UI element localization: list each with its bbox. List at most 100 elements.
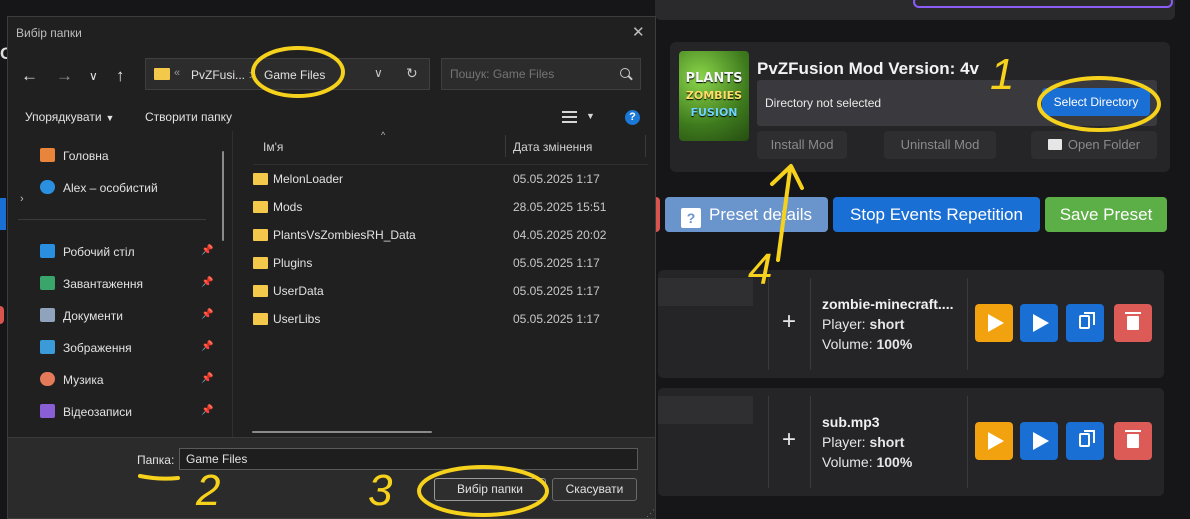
select-folder-button[interactable]: Вибір папки [434, 478, 546, 501]
annotation-number-1: 1 [990, 50, 1015, 99]
search-icon[interactable] [620, 68, 630, 78]
folder-icon [253, 173, 268, 185]
view-list-icon[interactable] [562, 111, 577, 123]
breadcrumb-segment[interactable]: PvZFusi... [191, 68, 245, 82]
play-orange-button[interactable] [975, 304, 1013, 342]
sound-name: zombie-minecraft.... [822, 296, 954, 312]
list-item[interactable]: PlantsVsZombiesRH_Data 04.05.2025 20:02 [253, 225, 648, 249]
play-icon [1033, 314, 1049, 332]
play-icon [1033, 432, 1049, 450]
sound-player: Player: short [822, 316, 905, 332]
video-icon [40, 404, 55, 418]
list-item[interactable]: UserLibs 05.05.2025 1:17 [253, 309, 648, 333]
download-icon [40, 276, 55, 290]
stop-events-repetition-button[interactable]: Stop Events Repetition [833, 197, 1040, 232]
add-icon[interactable]: + [782, 426, 796, 454]
folder-icon [253, 201, 268, 213]
folder-icon [154, 68, 170, 80]
copy-button[interactable] [1066, 304, 1104, 342]
folder-field-label: Папка: [137, 453, 175, 467]
play-button[interactable] [1020, 304, 1058, 342]
preset-details-button[interactable]: ? Preset details [665, 197, 828, 232]
annotation-number-4: 4 [748, 245, 773, 294]
list-item[interactable]: Mods 28.05.2025 15:51 [253, 197, 648, 221]
list-item[interactable]: UserData 05.05.2025 1:17 [253, 281, 648, 305]
dialog-footer: Папка: Вибір папки Скасувати ⋰ [8, 437, 655, 518]
play-icon [988, 432, 1004, 450]
folder-icon [1047, 139, 1062, 150]
folder-picker-dialog: Вибір папки ✕ ← → ∨ ↑ « PvZFusi... > Gam… [7, 16, 656, 519]
help-icon[interactable]: ? [625, 110, 640, 125]
nav-separator [18, 219, 206, 220]
left-red-edge [0, 306, 4, 324]
list-item[interactable]: MelonLoader 05.05.2025 1:17 [253, 169, 648, 193]
sound-row: + zombie-minecraft.... Player: short Vol… [658, 270, 1164, 378]
sound-volume: Volume: 100% [822, 336, 913, 352]
dialog-title: Вибір папки [16, 26, 82, 40]
install-mod-button[interactable]: Install Mod [757, 131, 847, 159]
music-icon [40, 372, 55, 386]
left-blue-edge [0, 198, 6, 230]
column-date-modified[interactable]: Дата змінення [513, 140, 592, 154]
annotation-number-2: 2 [196, 466, 221, 515]
cancel-button[interactable]: Скасувати [552, 478, 637, 501]
trash-icon [1125, 312, 1141, 330]
pin-icon: 📌 [201, 277, 214, 288]
close-icon[interactable]: ✕ [632, 23, 645, 41]
play-icon [988, 314, 1004, 332]
sound-player: Player: short [822, 434, 905, 450]
column-name[interactable]: Ім'я [263, 140, 283, 154]
directory-status: Directory not selected [765, 96, 882, 110]
copy-icon [1079, 430, 1095, 447]
pin-icon: 📌 [201, 245, 214, 256]
breadcrumb-segment-current[interactable]: Game Files [264, 68, 325, 82]
scrollbar[interactable] [222, 151, 224, 241]
sort-ascending-icon: ^ [381, 130, 386, 140]
chevron-double-left-icon: « [174, 67, 181, 79]
mod-card: PLANTS ZOMBIES FUSION PvZFusion Mod Vers… [670, 42, 1170, 172]
delete-button[interactable] [1114, 304, 1152, 342]
address-bar[interactable]: « PvZFusi... > Game Files ∨ ↻ [145, 58, 430, 90]
folder-icon [253, 313, 268, 325]
resize-grip-icon[interactable]: ⋰ [646, 508, 655, 519]
horizontal-scrollbar[interactable] [252, 431, 432, 433]
open-folder-button[interactable]: Open Folder [1031, 131, 1157, 159]
delete-button[interactable] [1114, 422, 1152, 460]
chevron-down-icon[interactable]: ▼ [586, 111, 595, 121]
save-preset-button[interactable]: Save Preset [1045, 197, 1167, 232]
folder-icon [253, 257, 268, 269]
play-button[interactable] [1020, 422, 1058, 460]
purple-outline-button[interactable] [913, 0, 1173, 8]
chevron-down-icon[interactable]: ∨ [89, 69, 98, 83]
pin-icon: 📌 [201, 405, 214, 416]
list-item[interactable]: Plugins 05.05.2025 1:17 [253, 253, 648, 277]
breadcrumb-separator: > [249, 68, 257, 82]
back-arrow-icon[interactable]: ← [21, 66, 38, 86]
play-orange-button[interactable] [975, 422, 1013, 460]
copy-button[interactable] [1066, 422, 1104, 460]
chevron-down-icon[interactable]: ∨ [374, 66, 383, 80]
refresh-icon[interactable]: ↻ [406, 65, 418, 82]
organize-menu[interactable]: Упорядкувати ▼ [25, 110, 114, 124]
new-folder-button[interactable]: Створити папку [145, 110, 232, 124]
pvz-fusion-logo: PLANTS ZOMBIES FUSION [679, 51, 749, 141]
forward-arrow-icon[interactable]: → [56, 66, 73, 86]
image-icon [40, 340, 55, 354]
cloud-icon [40, 180, 55, 194]
add-icon[interactable]: + [782, 308, 796, 336]
select-directory-button[interactable]: Select Directory [1042, 88, 1150, 116]
pin-icon: 📌 [201, 341, 214, 352]
trash-icon [1125, 430, 1141, 448]
row-left-panel [658, 278, 753, 306]
uninstall-mod-button[interactable]: Uninstall Mod [884, 131, 996, 159]
pin-icon: 📌 [201, 373, 214, 384]
folder-name-input[interactable] [179, 448, 638, 470]
sound-row: + sub.mp3 Player: short Volume: 100% [658, 388, 1164, 496]
chevron-right-icon[interactable]: › [20, 193, 24, 205]
copy-icon [1079, 312, 1095, 329]
mod-version-title: PvZFusion Mod Version: 4v [757, 59, 979, 78]
sound-name: sub.mp3 [822, 414, 880, 430]
annotation-number-3: 3 [368, 466, 393, 515]
search-input[interactable] [441, 58, 641, 90]
up-arrow-icon[interactable]: ↑ [116, 66, 125, 86]
